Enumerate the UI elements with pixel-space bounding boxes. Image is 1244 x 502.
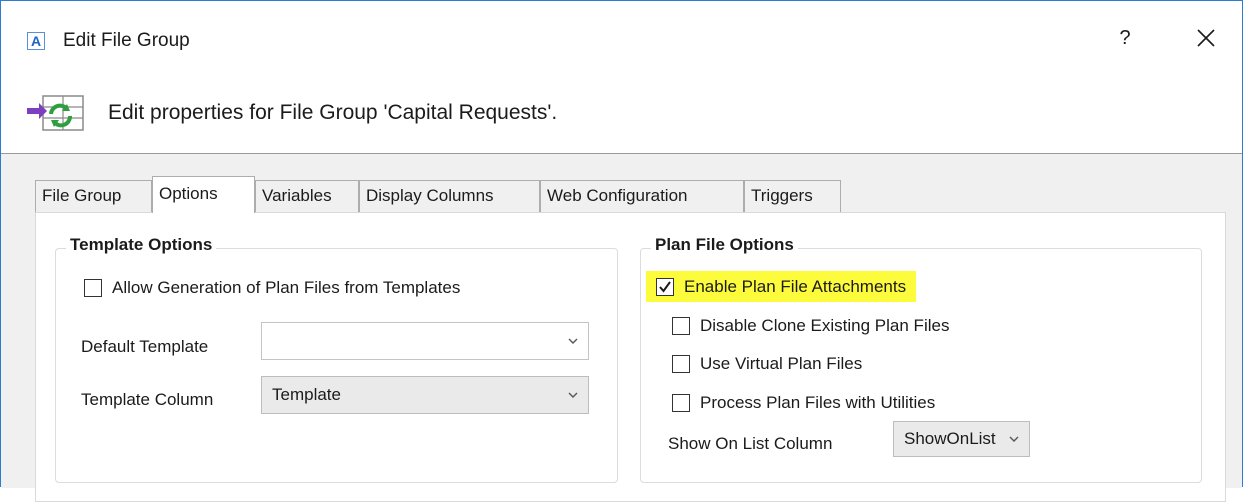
allow-generation-label: Allow Generation of Plan Files from Temp… — [112, 278, 461, 297]
file-group-sync-icon — [27, 95, 84, 131]
dialog-header: Edit properties for File Group 'Capital … — [1, 71, 1242, 153]
chevron-down-icon — [568, 323, 578, 359]
close-button[interactable] — [1191, 23, 1221, 53]
allow-generation-checkbox-row[interactable]: Allow Generation of Plan Files from Temp… — [84, 276, 460, 300]
enable-attachments-label: Enable Plan File Attachments — [684, 276, 907, 296]
close-icon — [1197, 29, 1215, 47]
default-template-label: Default Template — [81, 337, 209, 356]
header-description: Edit properties for File Group 'Capital … — [108, 101, 558, 124]
chevron-down-icon — [1009, 422, 1019, 456]
show-on-list-label: Show On List Column — [668, 434, 833, 453]
enable-attachments-checkbox-row[interactable]: Enable Plan File Attachments — [646, 271, 917, 302]
template-options-group: Template Options Allow Generation of Pla… — [55, 235, 618, 483]
default-template-dropdown[interactable] — [261, 322, 589, 360]
tab-variables[interactable]: Variables — [255, 180, 359, 212]
use-virtual-label: Use Virtual Plan Files — [700, 354, 863, 373]
process-utilities-checkbox-row[interactable]: Process Plan Files with Utilities — [672, 391, 935, 415]
enable-attachments-checkbox[interactable] — [656, 277, 674, 296]
title-bar: A Edit File Group ? — [1, 1, 1242, 71]
template-column-dropdown[interactable]: Template — [261, 376, 589, 414]
plan-file-options-group: Plan File Options Enable Plan File Attac… — [640, 235, 1202, 483]
window-title: Edit File Group — [63, 30, 190, 51]
app-logo-icon: A — [27, 32, 45, 50]
plan-file-options-title: Plan File Options — [651, 235, 798, 255]
disable-clone-checkbox[interactable] — [672, 317, 690, 335]
help-button[interactable]: ? — [1113, 27, 1137, 53]
tab-options[interactable]: Options — [152, 176, 255, 213]
tab-display-columns[interactable]: Display Columns — [359, 180, 540, 212]
disable-clone-label: Disable Clone Existing Plan Files — [700, 316, 950, 335]
allow-generation-checkbox[interactable] — [84, 279, 102, 297]
edit-file-group-dialog: A Edit File Group ? Edit properties for … — [0, 0, 1243, 502]
template-column-label: Template Column — [81, 390, 214, 409]
disable-clone-checkbox-row[interactable]: Disable Clone Existing Plan Files — [672, 314, 949, 338]
process-utilities-checkbox[interactable] — [672, 394, 690, 412]
template-column-value: Template — [272, 385, 341, 404]
chevron-down-icon — [568, 377, 578, 413]
options-tab-panel: Template Options Allow Generation of Pla… — [35, 212, 1226, 502]
use-virtual-checkbox[interactable] — [672, 355, 690, 373]
tab-triggers[interactable]: Triggers — [744, 180, 841, 212]
tab-file-group[interactable]: File Group — [35, 180, 152, 212]
show-on-list-dropdown[interactable]: ShowOnList — [893, 421, 1030, 457]
tab-web-configuration[interactable]: Web Configuration — [540, 180, 744, 212]
show-on-list-value: ShowOnList — [904, 429, 996, 448]
checkmark-icon — [659, 280, 671, 293]
process-utilities-label: Process Plan Files with Utilities — [700, 393, 936, 412]
use-virtual-checkbox-row[interactable]: Use Virtual Plan Files — [672, 352, 862, 376]
template-options-title: Template Options — [66, 235, 217, 255]
